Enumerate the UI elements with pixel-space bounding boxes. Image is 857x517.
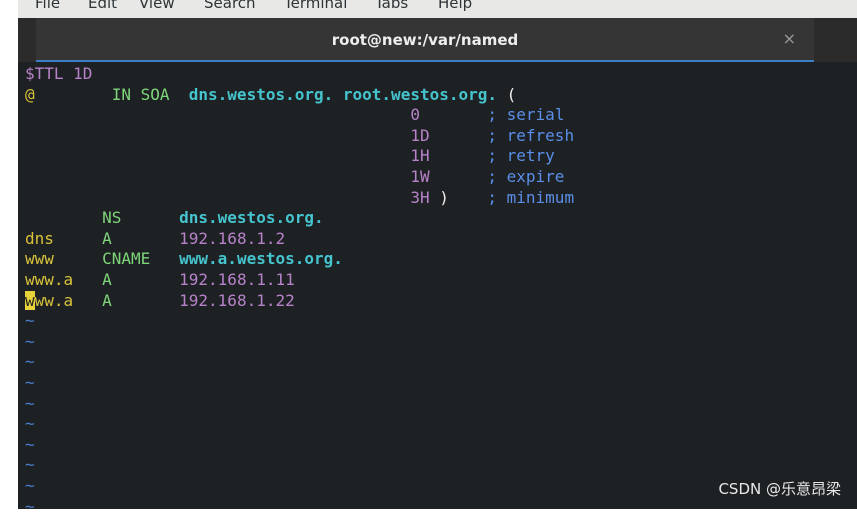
terminal-text: ; minimum — [448, 187, 575, 207]
close-icon[interactable]: × — [783, 29, 796, 48]
terminal-line: www.a A 192.168.1.11 — [25, 270, 295, 291]
menu-file[interactable]: File — [35, 0, 60, 13]
terminal-line: 1H ; retry — [25, 146, 555, 167]
terminal-text: ( — [497, 84, 517, 104]
empty-line-tilde: ~ — [25, 331, 35, 351]
empty-line-tilde: ~ — [25, 352, 35, 372]
terminal-text: IN SOA — [34, 84, 189, 104]
terminal-line: dns A 192.168.1.2 — [25, 229, 285, 250]
terminal-text: 192.168.1.22 — [179, 290, 295, 310]
empty-line-tilde: ~ — [25, 496, 35, 516]
terminal-text: ; serial — [419, 105, 565, 125]
terminal-text: 192.168.1.2 — [179, 228, 286, 248]
menu-bar: File Edit View Search Terminal Tabs Help — [18, 0, 857, 18]
empty-line-tilde: ~ — [25, 414, 35, 434]
terminal-text: 1W — [25, 167, 430, 186]
terminal-line: www CNAME www.a.westos.org. — [25, 249, 343, 270]
terminal-text: www.a — [25, 270, 74, 289]
empty-line-tilde: ~ — [25, 311, 35, 331]
terminal-text: NS — [25, 208, 180, 228]
terminal-text: A — [73, 290, 180, 310]
menu-view[interactable]: View — [139, 0, 175, 13]
terminal-text: ) — [429, 187, 449, 207]
terminal-text: dns.westos.org. root.westos.org. — [188, 84, 498, 104]
terminal-line: 1W ; expire — [25, 167, 564, 188]
tab-terminal[interactable]: root@new:/var/named × — [36, 18, 814, 62]
watermark: CSDN @乐意昂梁 — [718, 480, 841, 498]
terminal-text: 1D — [25, 125, 430, 145]
menu-edit[interactable]: Edit — [88, 0, 117, 13]
empty-line-tilde: ~ — [25, 476, 35, 495]
tab-bar: root@new:/var/named × — [18, 18, 857, 62]
menu-help[interactable]: Help — [438, 0, 472, 13]
terminal-text: www — [25, 249, 54, 269]
tab-title: root@new:/var/named — [331, 31, 519, 49]
terminal-text: ; refresh — [429, 125, 575, 145]
terminal-text: 192.168.1.11 — [179, 270, 295, 289]
terminal-text: ; expire — [429, 167, 565, 186]
terminal-text: ; retry — [429, 146, 555, 166]
terminal-line: NS dns.westos.org. — [25, 208, 324, 229]
terminal-line: @ IN SOA dns.westos.org. root.westos.org… — [25, 85, 516, 106]
terminal-content[interactable]: $TTL 1D @ IN SOA dns.westos.org. root.wes… — [18, 62, 857, 516]
desktop-edge — [0, 0, 18, 509]
terminal-text: CNAME — [53, 249, 180, 269]
menu-tabs[interactable]: Tabs — [375, 0, 408, 13]
terminal-text: @ — [25, 84, 35, 104]
terminal-line: 1D ; refresh — [25, 126, 574, 147]
terminal-text: dns — [25, 228, 54, 248]
empty-line-tilde: ~ — [25, 393, 35, 413]
terminal-window: File Edit View Search Terminal Tabs Help… — [18, 0, 857, 516]
terminal-text: $TTL 1D — [25, 64, 93, 83]
empty-line-tilde: ~ — [25, 455, 35, 475]
terminal-text: 0 — [25, 105, 420, 125]
menu-terminal[interactable]: Terminal — [284, 0, 347, 13]
empty-line-tilde: ~ — [25, 434, 35, 454]
terminal-text: dns.westos.org. — [179, 208, 324, 228]
text-cursor: w — [25, 290, 35, 310]
terminal-line: $TTL 1D — [25, 64, 92, 85]
menu-search[interactable]: Search — [204, 0, 256, 13]
terminal-text: ww.a — [34, 290, 74, 310]
terminal-line: 0 ; serial — [25, 105, 564, 126]
terminal-text: www.a.westos.org. — [179, 249, 343, 269]
terminal-line: www.a A 192.168.1.22 — [25, 290, 295, 312]
terminal-line: 3H ) ; minimum — [25, 188, 574, 209]
terminal-text: 1H — [25, 146, 430, 166]
terminal-text: A — [53, 228, 180, 248]
terminal-text: 3H — [25, 187, 430, 207]
empty-line-tilde: ~ — [25, 373, 35, 392]
terminal-text: A — [73, 270, 180, 289]
